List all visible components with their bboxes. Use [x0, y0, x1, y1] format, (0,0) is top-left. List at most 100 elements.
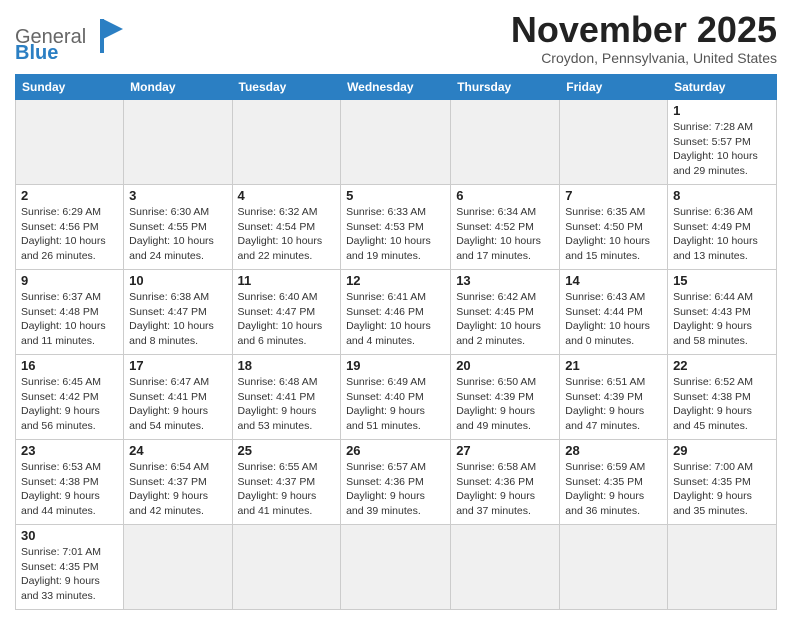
day-info: Sunrise: 6:51 AM Sunset: 4:39 PM Dayligh…: [565, 375, 662, 434]
calendar-cell: [124, 525, 232, 610]
calendar-cell: 13 Sunrise: 6:42 AM Sunset: 4:45 PM Dayli…: [451, 270, 560, 355]
day-info: Sunrise: 6:35 AM Sunset: 4:50 PM Dayligh…: [565, 205, 662, 264]
day-number: 23: [21, 443, 118, 458]
day-info: Sunrise: 6:54 AM Sunset: 4:37 PM Dayligh…: [129, 460, 226, 519]
logo: General Blue: [15, 15, 125, 68]
day-info: Sunrise: 6:36 AM Sunset: 4:49 PM Dayligh…: [673, 205, 771, 264]
calendar-cell: 8Sunrise: 6:36 AM Sunset: 4:49 PM Daylig…: [668, 185, 777, 270]
calendar: Sunday Monday Tuesday Wednesday Thursday…: [15, 74, 777, 610]
calendar-cell: 21 Sunrise: 6:51 AM Sunset: 4:39 PM Dayli…: [560, 355, 668, 440]
col-wednesday: Wednesday: [341, 75, 451, 100]
day-number: 18: [238, 358, 336, 373]
day-info: Sunrise: 6:58 AM Sunset: 4:36 PM Dayligh…: [456, 460, 554, 519]
calendar-cell: 26Sunrise: 6:57 AM Sunset: 4:36 PM Dayli…: [341, 440, 451, 525]
calendar-week-row: 9Sunrise: 6:37 AM Sunset: 4:48 PM Daylig…: [16, 270, 777, 355]
day-number: 11: [238, 273, 336, 288]
day-number: 20: [456, 358, 554, 373]
calendar-cell: 30 Sunrise: 7:01 AM Sunset: 4:35 PM Dayli…: [16, 525, 124, 610]
calendar-cell: 25 Sunrise: 6:55 AM Sunset: 4:37 PM Dayli…: [232, 440, 341, 525]
month-title: November 2025: [511, 10, 777, 50]
day-number: 24: [129, 443, 226, 458]
day-info: Sunrise: 6:43 AM Sunset: 4:44 PM Dayligh…: [565, 290, 662, 349]
calendar-cell: 15 Sunrise: 6:44 AM Sunset: 4:43 PM Dayli…: [668, 270, 777, 355]
day-info: Sunrise: 6:30 AM Sunset: 4:55 PM Dayligh…: [129, 205, 226, 264]
calendar-week-row: 23 Sunrise: 6:53 AM Sunset: 4:38 PM Dayli…: [16, 440, 777, 525]
calendar-cell: 3 Sunrise: 6:30 AM Sunset: 4:55 PM Daylig…: [124, 185, 232, 270]
day-number: 13: [456, 273, 554, 288]
day-info: Sunrise: 6:34 AM Sunset: 4:52 PM Dayligh…: [456, 205, 554, 264]
calendar-cell: 20 Sunrise: 6:50 AM Sunset: 4:39 PM Dayli…: [451, 355, 560, 440]
calendar-cell: 22 Sunrise: 6:52 AM Sunset: 4:38 PM Dayli…: [668, 355, 777, 440]
day-number: 3: [129, 188, 226, 203]
calendar-week-row: 1Sunrise: 7:28 AM Sunset: 5:57 PM Daylig…: [16, 100, 777, 185]
calendar-cell: 24 Sunrise: 6:54 AM Sunset: 4:37 PM Dayli…: [124, 440, 232, 525]
day-number: 10: [129, 273, 226, 288]
calendar-cell: [124, 100, 232, 185]
calendar-cell: [668, 525, 777, 610]
calendar-cell: 12Sunrise: 6:41 AM Sunset: 4:46 PM Dayli…: [341, 270, 451, 355]
day-number: 2: [21, 188, 118, 203]
day-info: Sunrise: 6:29 AM Sunset: 4:56 PM Dayligh…: [21, 205, 118, 264]
day-number: 30: [21, 528, 118, 543]
calendar-cell: 7 Sunrise: 6:35 AM Sunset: 4:50 PM Daylig…: [560, 185, 668, 270]
calendar-cell: 11 Sunrise: 6:40 AM Sunset: 4:47 PM Dayli…: [232, 270, 341, 355]
day-number: 22: [673, 358, 771, 373]
day-info: Sunrise: 6:49 AM Sunset: 4:40 PM Dayligh…: [346, 375, 445, 434]
col-sunday: Sunday: [16, 75, 124, 100]
calendar-cell: 14 Sunrise: 6:43 AM Sunset: 4:44 PM Dayli…: [560, 270, 668, 355]
col-monday: Monday: [124, 75, 232, 100]
title-area: November 2025 Croydon, Pennsylvania, Uni…: [511, 10, 777, 66]
calendar-cell: 9Sunrise: 6:37 AM Sunset: 4:48 PM Daylig…: [16, 270, 124, 355]
calendar-cell: [232, 100, 341, 185]
location: Croydon, Pennsylvania, United States: [511, 50, 777, 66]
calendar-cell: 27 Sunrise: 6:58 AM Sunset: 4:36 PM Dayli…: [451, 440, 560, 525]
calendar-week-row: 16 Sunrise: 6:45 AM Sunset: 4:42 PM Dayli…: [16, 355, 777, 440]
day-info: Sunrise: 6:59 AM Sunset: 4:35 PM Dayligh…: [565, 460, 662, 519]
day-number: 27: [456, 443, 554, 458]
calendar-cell: [341, 100, 451, 185]
day-number: 15: [673, 273, 771, 288]
day-info: Sunrise: 6:50 AM Sunset: 4:39 PM Dayligh…: [456, 375, 554, 434]
calendar-cell: 19 Sunrise: 6:49 AM Sunset: 4:40 PM Dayli…: [341, 355, 451, 440]
day-number: 29: [673, 443, 771, 458]
day-info: Sunrise: 6:44 AM Sunset: 4:43 PM Dayligh…: [673, 290, 771, 349]
day-number: 19: [346, 358, 445, 373]
day-number: 21: [565, 358, 662, 373]
calendar-header-row: Sunday Monday Tuesday Wednesday Thursday…: [16, 75, 777, 100]
calendar-cell: [560, 100, 668, 185]
day-info: Sunrise: 6:37 AM Sunset: 4:48 PM Dayligh…: [21, 290, 118, 349]
calendar-cell: 18Sunrise: 6:48 AM Sunset: 4:41 PM Dayli…: [232, 355, 341, 440]
calendar-cell: [451, 525, 560, 610]
day-info: Sunrise: 6:55 AM Sunset: 4:37 PM Dayligh…: [238, 460, 336, 519]
calendar-cell: [16, 100, 124, 185]
day-info: Sunrise: 6:45 AM Sunset: 4:42 PM Dayligh…: [21, 375, 118, 434]
calendar-cell: 6Sunrise: 6:34 AM Sunset: 4:52 PM Daylig…: [451, 185, 560, 270]
day-info: Sunrise: 6:52 AM Sunset: 4:38 PM Dayligh…: [673, 375, 771, 434]
day-info: Sunrise: 6:53 AM Sunset: 4:38 PM Dayligh…: [21, 460, 118, 519]
calendar-cell: 2 Sunrise: 6:29 AM Sunset: 4:56 PM Daylig…: [16, 185, 124, 270]
calendar-cell: 5Sunrise: 6:33 AM Sunset: 4:53 PM Daylig…: [341, 185, 451, 270]
calendar-cell: 16 Sunrise: 6:45 AM Sunset: 4:42 PM Dayli…: [16, 355, 124, 440]
calendar-cell: [560, 525, 668, 610]
calendar-cell: 10Sunrise: 6:38 AM Sunset: 4:47 PM Dayli…: [124, 270, 232, 355]
day-number: 14: [565, 273, 662, 288]
day-number: 25: [238, 443, 336, 458]
day-info: Sunrise: 7:01 AM Sunset: 4:35 PM Dayligh…: [21, 545, 118, 604]
day-info: Sunrise: 6:40 AM Sunset: 4:47 PM Dayligh…: [238, 290, 336, 349]
calendar-cell: [232, 525, 341, 610]
calendar-cell: [451, 100, 560, 185]
day-number: 16: [21, 358, 118, 373]
day-number: 5: [346, 188, 445, 203]
calendar-cell: 4Sunrise: 6:32 AM Sunset: 4:54 PM Daylig…: [232, 185, 341, 270]
day-number: 7: [565, 188, 662, 203]
day-info: Sunrise: 6:32 AM Sunset: 4:54 PM Dayligh…: [238, 205, 336, 264]
day-info: Sunrise: 6:47 AM Sunset: 4:41 PM Dayligh…: [129, 375, 226, 434]
svg-text:Blue: Blue: [15, 42, 58, 63]
calendar-cell: 1Sunrise: 7:28 AM Sunset: 5:57 PM Daylig…: [668, 100, 777, 185]
calendar-cell: 17Sunrise: 6:47 AM Sunset: 4:41 PM Dayli…: [124, 355, 232, 440]
day-number: 28: [565, 443, 662, 458]
calendar-week-row: 2 Sunrise: 6:29 AM Sunset: 4:56 PM Daylig…: [16, 185, 777, 270]
col-friday: Friday: [560, 75, 668, 100]
page: General Blue November 2025 Croydon, Penn…: [0, 0, 792, 620]
day-info: Sunrise: 6:42 AM Sunset: 4:45 PM Dayligh…: [456, 290, 554, 349]
